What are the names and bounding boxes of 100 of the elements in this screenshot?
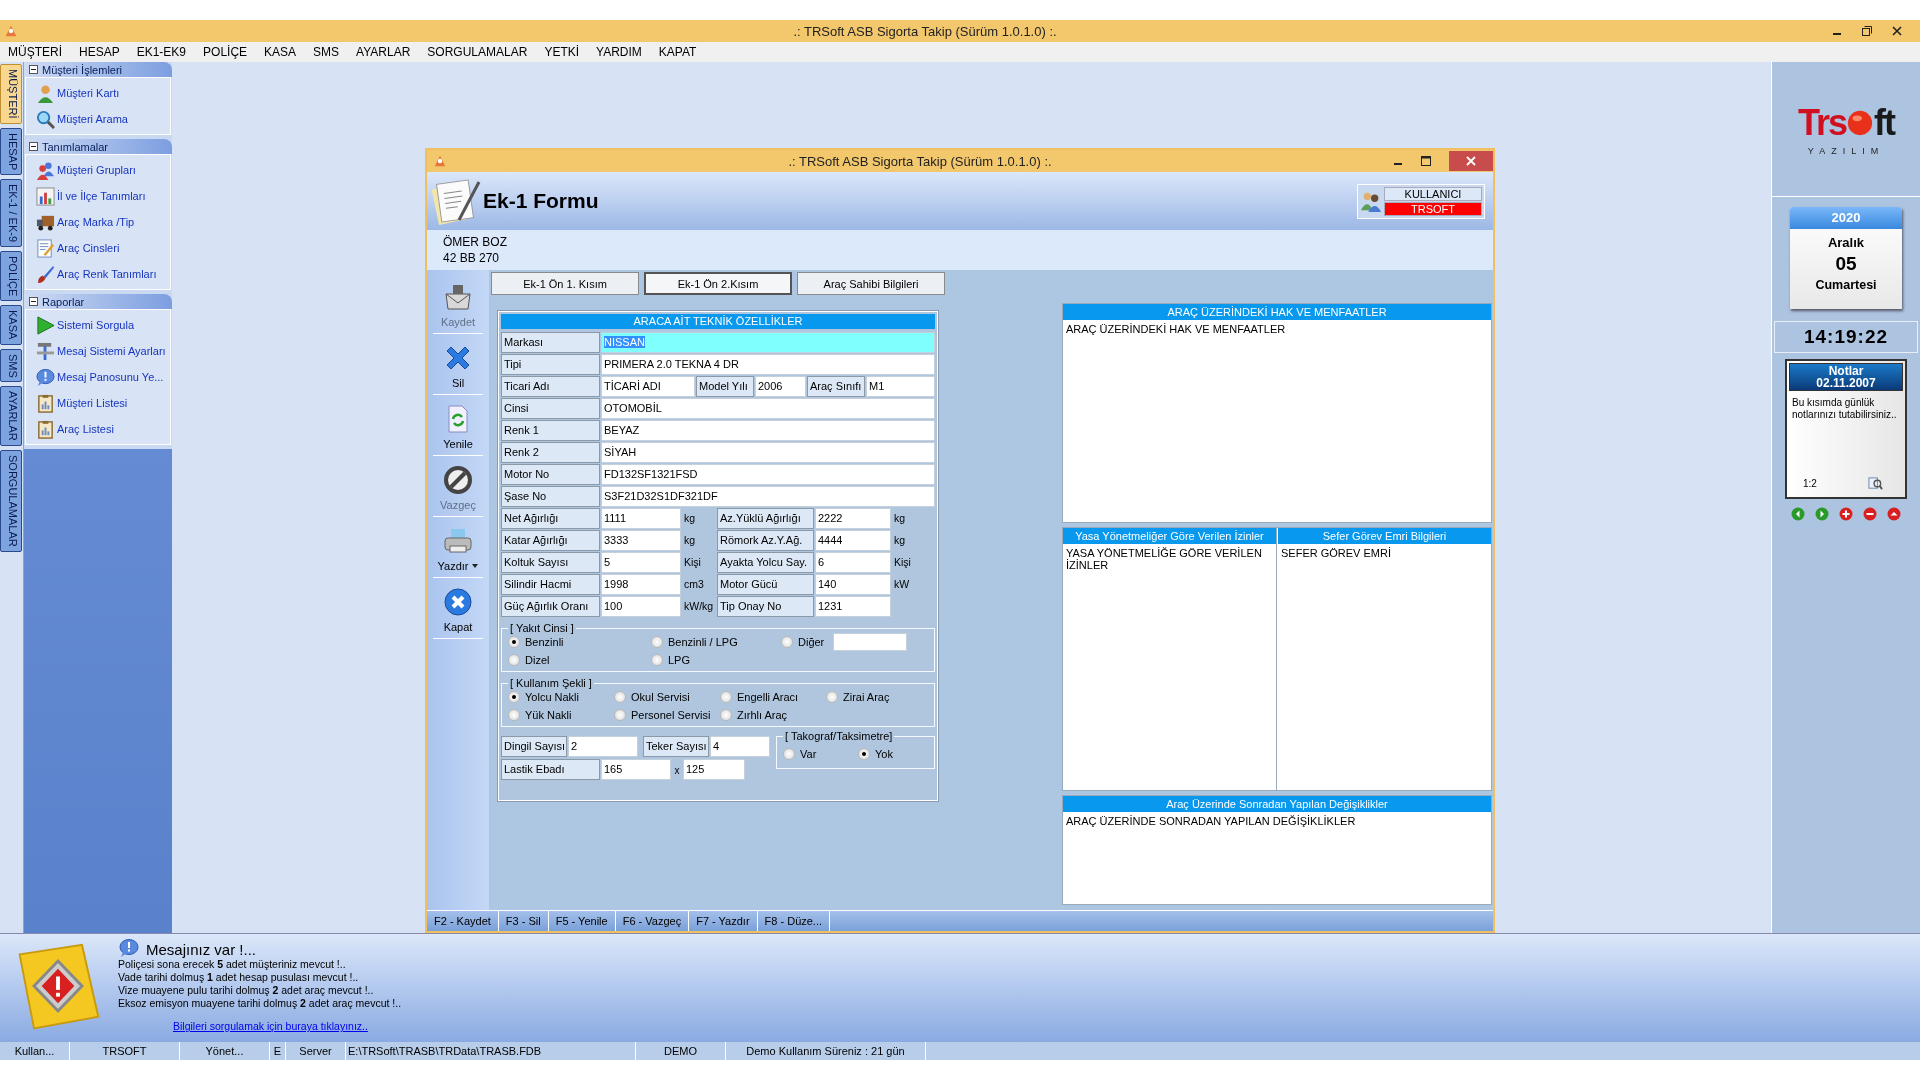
collapse-icon[interactable] bbox=[29, 297, 38, 306]
query-link[interactable]: Bilgileri sorgulamak için buraya tıklayınız.. bbox=[173, 1020, 402, 1032]
radio-button[interactable] bbox=[651, 654, 663, 666]
close-button[interactable] bbox=[1449, 151, 1493, 171]
side-tab[interactable]: HESAP bbox=[0, 127, 22, 175]
input-field[interactable]: 2222 bbox=[815, 508, 891, 529]
sidebar-item[interactable]: Araç Cinsleri bbox=[57, 242, 120, 254]
input-field[interactable]: M1 bbox=[866, 376, 935, 397]
shortcut-button[interactable]: F7 - Yazdır bbox=[689, 911, 758, 931]
search-icon[interactable] bbox=[1868, 476, 1883, 491]
side-tab[interactable]: SMS bbox=[0, 348, 22, 383]
collapse-icon[interactable] bbox=[29, 142, 38, 151]
sidebar-item[interactable]: Müşteri Kartı bbox=[57, 87, 120, 99]
input-field[interactable]: 5 bbox=[601, 552, 681, 573]
input-field[interactable]: 3333 bbox=[601, 530, 681, 551]
shortcut-button[interactable]: F2 - Kaydet bbox=[427, 911, 499, 931]
sidebar-item[interactable]: Araç Listesi bbox=[57, 423, 114, 435]
menu-item[interactable]: AYARLAR bbox=[354, 44, 413, 60]
group-header[interactable]: Raporlar bbox=[24, 294, 172, 309]
input-field[interactable] bbox=[833, 633, 908, 651]
input-field[interactable]: 165 bbox=[601, 759, 671, 780]
menu-item[interactable]: MÜŞTERİ bbox=[6, 44, 64, 60]
tab[interactable]: Ek-1 Ön 1. Kısım bbox=[491, 272, 639, 295]
side-tab[interactable]: AYARLAR bbox=[0, 386, 22, 447]
shortcut-button[interactable]: F3 - Sil bbox=[498, 911, 549, 931]
radio-button[interactable] bbox=[720, 709, 732, 721]
sidebar-item[interactable]: Müşteri Grupları bbox=[57, 164, 136, 176]
toolbar-button[interactable]: Kapat bbox=[433, 581, 483, 639]
side-tab[interactable]: KASA bbox=[0, 305, 22, 345]
input-field[interactable]: 1111 bbox=[601, 508, 681, 529]
menu-item[interactable]: SMS bbox=[311, 44, 342, 60]
side-tab[interactable]: MÜŞTERİ bbox=[0, 64, 22, 124]
add-icon[interactable] bbox=[1839, 507, 1853, 521]
sidebar-item[interactable]: Araç Renk Tanımları bbox=[57, 268, 157, 280]
input-field[interactable]: SİYAH bbox=[601, 442, 935, 463]
up-icon[interactable] bbox=[1887, 507, 1901, 521]
group-header[interactable]: Tanımlamalar bbox=[24, 139, 172, 154]
input-field[interactable]: PRIMERA 2.0 TEKNA 4 DR bbox=[601, 354, 935, 375]
input-field[interactable]: 4 bbox=[710, 736, 770, 757]
input-field[interactable]: 2 bbox=[568, 736, 638, 757]
radio-button[interactable] bbox=[508, 654, 520, 666]
text-area[interactable]: ARAÇ ÜZERİNDE SONRADAN YAPILAN DEĞİŞİKLİKLER bbox=[1063, 812, 1491, 904]
input-field[interactable]: 140 bbox=[815, 574, 891, 595]
text-area[interactable]: ARAÇ ÜZERİNDEKİ HAK VE MENFAATLER bbox=[1063, 320, 1491, 522]
menu-item[interactable]: YETKİ bbox=[542, 44, 582, 60]
shortcut-button[interactable]: F8 - Düze... bbox=[757, 911, 831, 931]
menu-item[interactable]: KASA bbox=[262, 44, 299, 60]
menu-item[interactable]: POLİÇE bbox=[201, 44, 250, 60]
input-field[interactable]: 1998 bbox=[601, 574, 681, 595]
input-field[interactable]: 4444 bbox=[815, 530, 891, 551]
tab[interactable]: Ek-1 Ön 2.Kısım bbox=[644, 272, 792, 295]
input-field[interactable]: S3F21D32S1DF321DF bbox=[601, 486, 935, 507]
sidebar-item[interactable]: İl ve İlçe Tanımları bbox=[57, 190, 146, 202]
text-area[interactable]: YASA YÖNETMELİĞE GÖRE VERİLEN İZİNLER bbox=[1063, 544, 1276, 790]
remove-icon[interactable] bbox=[1863, 507, 1877, 521]
group-header[interactable]: Müşteri İşlemleri bbox=[24, 62, 172, 77]
shortcut-button[interactable]: F6 - Vazgeç bbox=[615, 911, 690, 931]
radio-button[interactable] bbox=[720, 691, 732, 703]
radio-button[interactable] bbox=[651, 636, 663, 648]
toolbar-button[interactable]: Yenile bbox=[433, 398, 483, 456]
radio-button[interactable] bbox=[826, 691, 838, 703]
side-tab[interactable]: POLİÇE bbox=[0, 250, 22, 302]
sidebar-item[interactable]: Mesaj Sistemi Ayarları bbox=[57, 345, 166, 357]
maximize-icon[interactable] bbox=[1421, 156, 1431, 166]
sidebar-item[interactable]: Müşteri Listesi bbox=[57, 397, 128, 409]
input-field[interactable]: 6 bbox=[815, 552, 891, 573]
radio-button[interactable] bbox=[781, 636, 793, 648]
radio-button[interactable] bbox=[614, 691, 626, 703]
radio-button[interactable] bbox=[508, 636, 520, 648]
menu-item[interactable]: KAPAT bbox=[656, 44, 699, 60]
previous-icon[interactable] bbox=[1791, 507, 1805, 521]
input-field[interactable]: 1231 bbox=[815, 596, 891, 617]
side-tab[interactable]: EK-1 / EK-9 bbox=[0, 178, 22, 247]
input-field[interactable]: OTOMOBİL bbox=[601, 398, 935, 419]
next-icon[interactable] bbox=[1815, 507, 1829, 521]
restore-icon[interactable] bbox=[1862, 26, 1872, 36]
radio-button[interactable] bbox=[508, 709, 520, 721]
radio-button[interactable] bbox=[783, 748, 795, 760]
menu-item[interactable]: YARDIM bbox=[594, 44, 644, 60]
menu-item[interactable]: HESAP bbox=[77, 44, 122, 60]
input-field[interactable]: 125 bbox=[683, 759, 745, 780]
sidebar-item[interactable]: Araç Marka /Tip bbox=[57, 216, 135, 228]
shortcut-button[interactable]: F5 - Yenile bbox=[548, 911, 616, 931]
collapse-icon[interactable] bbox=[29, 65, 38, 74]
input-field[interactable]: BEYAZ bbox=[601, 420, 935, 441]
tab[interactable]: Araç Sahibi Bilgileri bbox=[797, 272, 945, 295]
sidebar-item[interactable]: Sistemi Sorgula bbox=[57, 319, 135, 331]
close-icon[interactable] bbox=[1892, 26, 1902, 36]
text-area[interactable]: SEFER GÖREV EMRİ bbox=[1278, 544, 1491, 790]
radio-button[interactable] bbox=[614, 709, 626, 721]
toolbar-button[interactable]: Yazdır bbox=[433, 520, 483, 578]
input-field[interactable]: FD132SF1321FSD bbox=[601, 464, 935, 485]
menu-item[interactable]: EK1-EK9 bbox=[134, 44, 189, 60]
caret-icon[interactable] bbox=[472, 563, 479, 568]
input-field[interactable]: 100 bbox=[601, 596, 681, 617]
input-field[interactable]: 2006 bbox=[755, 376, 806, 397]
menu-item[interactable]: SORGULAMALAR bbox=[425, 44, 530, 60]
input-field[interactable]: TİCARİ ADI bbox=[601, 376, 695, 397]
sidebar-item[interactable]: Müşteri Arama bbox=[57, 113, 128, 125]
side-tab[interactable]: SORGULAMALAR bbox=[0, 450, 22, 552]
